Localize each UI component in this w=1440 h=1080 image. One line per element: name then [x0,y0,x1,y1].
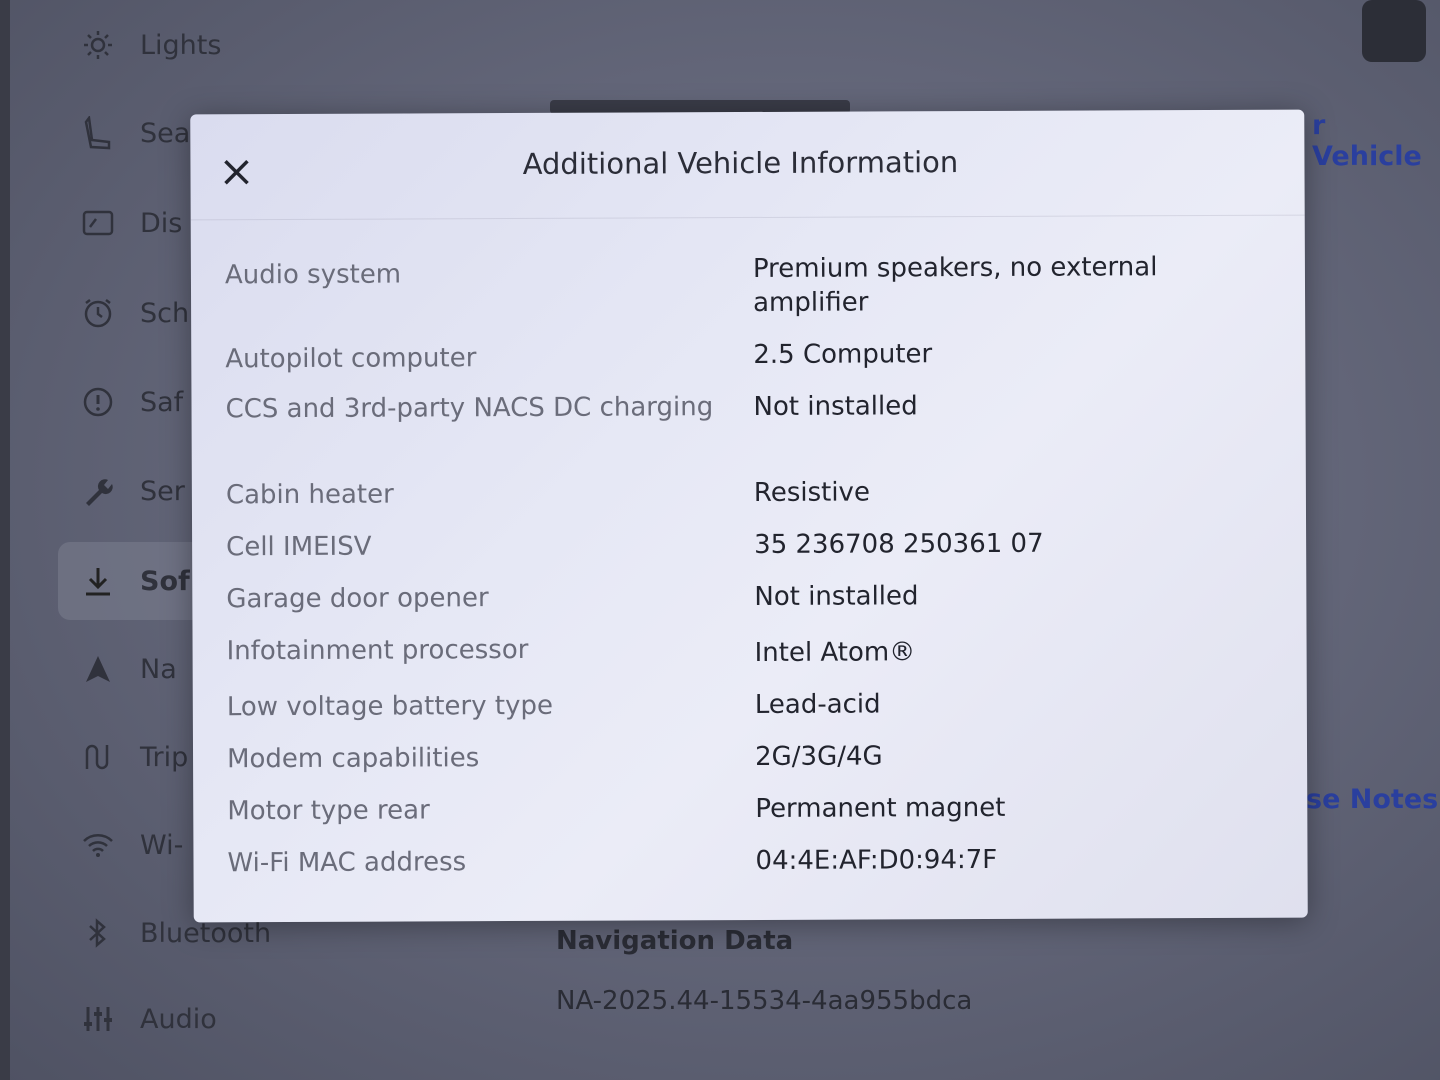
screen-bezel [0,0,10,1080]
vehicle-link[interactable]: r Vehicle [1312,110,1440,172]
modal-header: Additional Vehicle Information [190,109,1305,221]
sidebar-item-label: Trip [140,741,189,773]
sidebar-item-label: Sch [140,297,190,329]
sidebar-item-schedule[interactable]: Sch [80,288,189,338]
sidebar-item-service[interactable]: Ser [80,466,185,516]
bluetooth-icon [80,915,116,951]
sidebar-item-lights[interactable]: Lights [80,20,221,70]
info-row-infotainment-processor: Infotainment processor Intel Atom® [227,630,1277,691]
row-label: Infotainment processor [226,634,529,667]
modal-title: Additional Vehicle Information [522,145,959,181]
navigation-arrow-icon [80,651,116,687]
sidebar-item-label: Wi- [140,829,184,861]
info-rows: Audio system Premium speakers, no extern… [225,250,1278,899]
info-row-cell-imeisv: Cell IMEISV 35 236708 250361 07 [226,526,1276,583]
row-value: 35 236708 250361 07 [754,528,1044,560]
sidebar-item-software[interactable]: Sof [80,556,190,606]
seat-icon [80,115,116,151]
row-label: Modem capabilities [226,743,480,775]
sidebar-item-label: Dis [140,207,183,239]
alarm-clock-icon [80,295,116,331]
row-value: Premium speakers, no external amplifier [752,252,1158,318]
wifi-icon [80,827,116,863]
release-notes-link[interactable]: se Notes [1306,784,1438,815]
row-value: Not installed [753,391,918,422]
sidebar-item-trips[interactable]: Trip [80,732,188,782]
navigation-data-label: Navigation Data [556,926,794,956]
row-label: Wi-Fi MAC address [227,847,467,879]
lightbulb-icon [80,27,116,63]
equalizer-icon [80,1001,116,1037]
row-value: 04:4E:AF:D0:94:7F [755,844,998,876]
sidebar-item-label: Sof [140,565,190,597]
sidebar-item-display[interactable]: Dis [80,198,182,248]
row-value: Intel Atom® [754,637,916,668]
row-value: 2G/3G/4G [754,741,883,772]
wrench-icon [80,473,116,509]
sidebar-item-navigation[interactable]: Na [80,644,177,694]
info-row-wifi-mac-address: Wi-Fi MAC address 04:4E:AF:D0:94:7F [227,842,1277,899]
row-label: Cell IMEISV [226,531,372,563]
row-value: Resistive [753,477,870,508]
sidebar-item-label: Audio [140,1003,217,1035]
info-circle-icon [80,384,116,420]
sidebar-item-label: Ser [140,475,185,507]
info-row-audio-system: Audio system Premium speakers, no extern… [225,250,1275,341]
row-label: CCS and 3rd-party NACS DC charging [225,392,714,425]
info-row-modem-capabilities: Modem capabilities 2G/3G/4G [227,738,1277,795]
info-row-ccs-charging: CCS and 3rd-party NACS DC charging Not i… [225,388,1275,479]
row-value: Lead-acid [754,689,881,720]
display-icon [80,205,116,241]
info-row-cabin-heater: Cabin heater Resistive [226,474,1276,531]
row-label: Motor type rear [227,795,430,827]
row-label: Cabin heater [225,479,394,511]
download-icon [80,563,116,599]
additional-vehicle-info-modal: Additional Vehicle Information Audio sys… [190,109,1308,923]
row-value: Not installed [754,581,919,612]
top-right-button[interactable] [1362,0,1426,62]
sidebar-item-label: Sea [140,117,191,149]
navigation-data-value: NA-2025.44-15534-4aa955bdca [556,986,973,1016]
sidebar-item-seats[interactable]: Sea [80,108,190,158]
sidebar-item-audio[interactable]: Audio [80,994,217,1044]
trips-icon [80,739,116,775]
info-row-motor-type-rear: Motor type rear Permanent magnet [227,790,1277,847]
row-value: 2.5 Computer [753,339,933,370]
sidebar-item-label: Lights [140,29,222,61]
row-label: Audio system [224,259,402,291]
info-row-low-voltage-battery: Low voltage battery type Lead-acid [227,686,1277,743]
info-row-garage-door-opener: Garage door opener Not installed [226,578,1276,635]
sidebar-item-wifi[interactable]: Wi- [80,820,183,870]
sidebar-item-label: Saf [140,386,184,418]
row-label: Low voltage battery type [226,690,554,723]
row-value: Permanent magnet [755,792,1006,824]
sidebar-item-label: Na [140,653,177,685]
info-row-autopilot-computer: Autopilot computer 2.5 Computer [225,336,1275,393]
row-label: Autopilot computer [225,343,477,375]
sidebar-item-safety[interactable]: Saf [80,377,183,427]
row-label: Garage door opener [226,583,489,615]
